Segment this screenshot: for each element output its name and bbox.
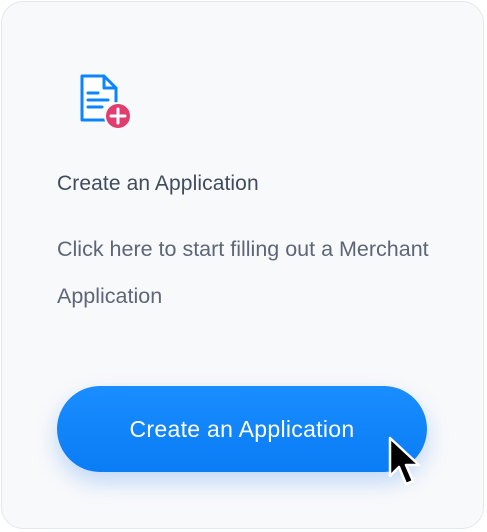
document-add-icon xyxy=(80,74,132,130)
mouse-pointer-icon xyxy=(388,436,421,486)
card-description: Click here to start filling out a Mercha… xyxy=(57,237,429,308)
card-title: Create an Application xyxy=(57,172,259,195)
create-application-button[interactable]: Create an Application xyxy=(57,386,427,472)
